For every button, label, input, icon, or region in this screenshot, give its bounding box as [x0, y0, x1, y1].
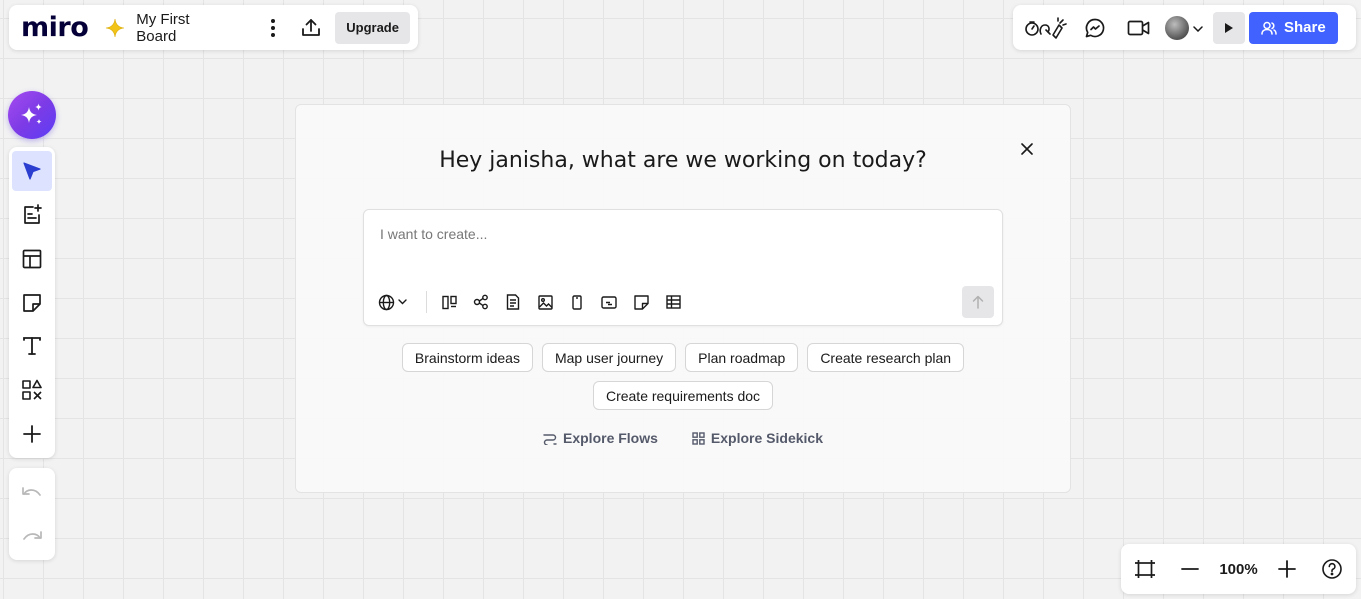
- video-call-icon[interactable]: [1123, 12, 1155, 44]
- board-title[interactable]: My First Board: [136, 11, 233, 45]
- share-label: Share: [1284, 19, 1326, 36]
- star-icon[interactable]: [106, 18, 125, 37]
- flows-icon: [543, 433, 557, 445]
- ai-doc-tool[interactable]: [12, 195, 52, 235]
- zoom-in-icon[interactable]: [1271, 553, 1303, 585]
- globe-icon: [378, 294, 395, 310]
- zoom-out-icon[interactable]: [1174, 553, 1206, 585]
- suggestion-chips: Brainstorm ideas Map user journey Plan r…: [296, 343, 1070, 410]
- redo-button[interactable]: [16, 520, 48, 552]
- creation-toolbar: [9, 147, 55, 458]
- export-icon[interactable]: [295, 12, 327, 44]
- templates-tool[interactable]: [12, 239, 52, 279]
- avatar[interactable]: [1165, 15, 1189, 40]
- sticky-note-icon[interactable]: [629, 290, 653, 314]
- add-icon: [23, 425, 41, 443]
- dialog-title: Hey janisha, what are we working on toda…: [439, 148, 927, 173]
- chip-map-user-journey[interactable]: Map user journey: [541, 343, 677, 372]
- upgrade-button[interactable]: Upgrade: [335, 11, 410, 44]
- history-toolbar: [9, 468, 55, 560]
- image-icon[interactable]: [533, 290, 557, 314]
- language-select[interactable]: [378, 294, 414, 311]
- zoom-controls: 100%: [1121, 544, 1356, 594]
- chip-create-research-plan[interactable]: Create research plan: [807, 343, 965, 372]
- divider: [426, 291, 427, 313]
- users-icon: [1261, 21, 1277, 35]
- text-icon: [23, 337, 41, 356]
- ai-doc-icon: [24, 203, 42, 224]
- grid-icon: [692, 431, 705, 445]
- chip-plan-roadmap[interactable]: Plan roadmap: [685, 343, 799, 372]
- miro-logo[interactable]: miro: [21, 14, 89, 41]
- explore-links: Explore Flows Explore Sidekick: [296, 430, 1070, 446]
- fit-to-screen-icon[interactable]: [1129, 553, 1161, 585]
- undo-icon: [22, 487, 41, 496]
- mobile-icon[interactable]: [565, 290, 589, 314]
- chip-brainstorm-ideas[interactable]: Brainstorm ideas: [401, 343, 533, 372]
- presentation-button[interactable]: [1213, 11, 1245, 44]
- user-menu[interactable]: [1165, 15, 1203, 40]
- kanban-icon[interactable]: [437, 290, 461, 314]
- more-options-icon[interactable]: [257, 12, 289, 44]
- board-header: miro My First Board Upgrade: [9, 5, 418, 50]
- select-icon: [23, 162, 41, 180]
- chevron-down-icon[interactable]: [1193, 19, 1203, 37]
- ai-prompt-dialog: Hey janisha, what are we working on toda…: [295, 104, 1071, 493]
- ai-assistant-button[interactable]: [8, 91, 56, 139]
- select-tool[interactable]: [12, 151, 52, 191]
- sparkle-icon: [21, 103, 42, 125]
- document-icon[interactable]: [501, 290, 525, 314]
- help-icon[interactable]: [1316, 553, 1348, 585]
- explore-flows-label: Explore Flows: [563, 430, 658, 446]
- prompt-box: [363, 209, 1003, 326]
- shapes-icon: [22, 379, 42, 401]
- send-button[interactable]: [962, 286, 994, 318]
- prototype-icon[interactable]: [597, 290, 621, 314]
- undo-button[interactable]: [16, 476, 48, 508]
- table-icon[interactable]: [661, 290, 685, 314]
- zoom-level[interactable]: 100%: [1219, 561, 1257, 578]
- text-tool[interactable]: [12, 326, 52, 366]
- share-button[interactable]: Share: [1249, 11, 1338, 44]
- chip-create-requirements-doc[interactable]: Create requirements doc: [592, 381, 774, 410]
- chevron-down-icon: [398, 299, 407, 305]
- arrow-up-icon: [972, 295, 984, 309]
- shapes-tool[interactable]: [12, 370, 52, 410]
- collaboration-toolbar: Share: [1013, 5, 1356, 50]
- explore-sidekick-link[interactable]: Explore Sidekick: [692, 430, 823, 446]
- sticky-note-tool[interactable]: [12, 283, 52, 323]
- explore-sidekick-label: Explore Sidekick: [710, 430, 823, 446]
- chat-icon[interactable]: [1079, 12, 1111, 44]
- sticky-note-icon: [23, 293, 41, 312]
- redo-icon: [23, 531, 42, 540]
- reactions-icon[interactable]: [1023, 12, 1069, 44]
- templates-icon: [22, 249, 42, 268]
- diagram-icon[interactable]: [469, 290, 493, 314]
- add-tool[interactable]: [12, 414, 52, 454]
- prompt-tools: [378, 290, 693, 314]
- close-icon[interactable]: [1014, 136, 1040, 162]
- play-icon: [1225, 22, 1233, 33]
- explore-flows-link[interactable]: Explore Flows: [543, 430, 658, 446]
- prompt-input[interactable]: [380, 226, 940, 242]
